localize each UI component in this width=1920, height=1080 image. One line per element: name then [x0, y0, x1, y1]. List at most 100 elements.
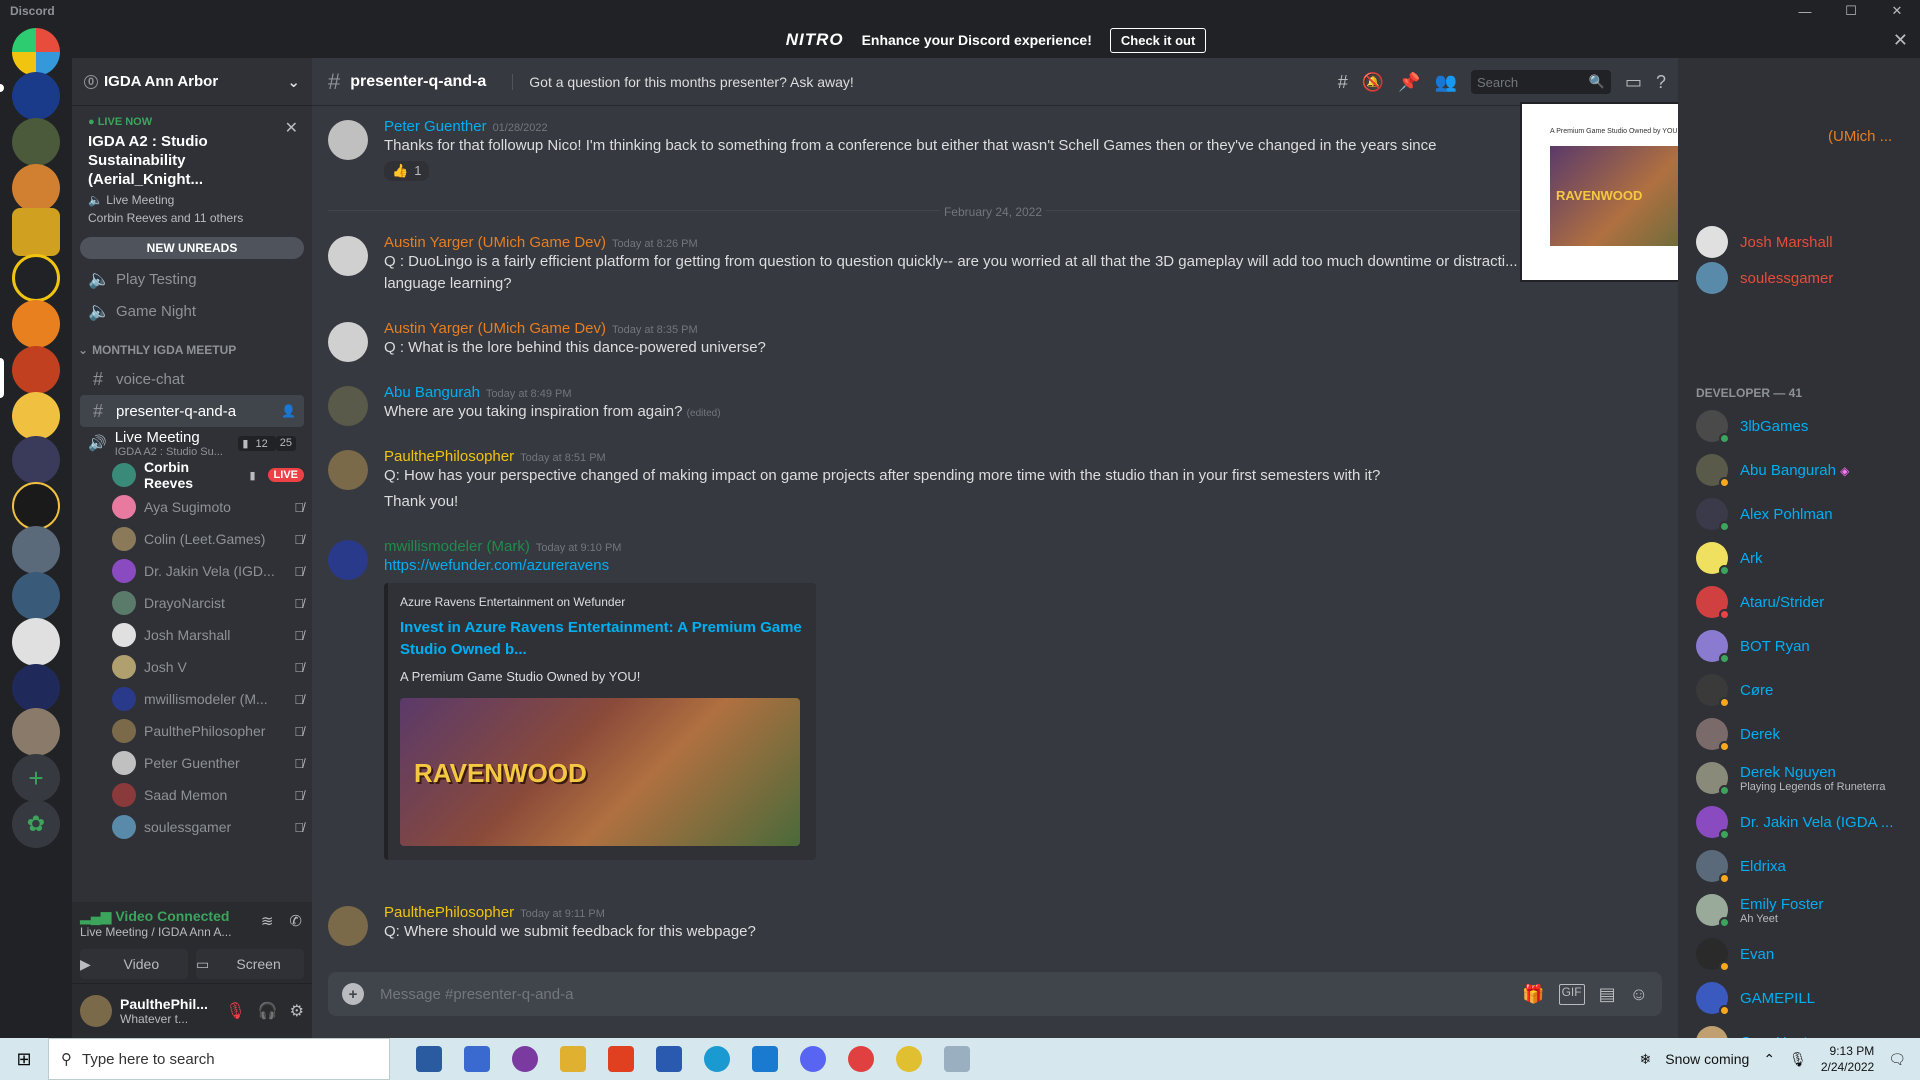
member-item[interactable]: soulessgamer — [1696, 262, 1833, 294]
close-icon[interactable]: ✕ — [1893, 30, 1908, 51]
server-icon[interactable] — [12, 572, 60, 620]
channel-play-testing[interactable]: 🔈 Play Testing — [80, 263, 304, 295]
voice-user[interactable]: Josh V 🎙̸ — [112, 651, 304, 683]
message-composer[interactable]: + Message #presenter-q-and-a 🎁 GIF ▤ ☺ — [328, 972, 1662, 1016]
new-unreads-pill[interactable]: NEW UNREADS — [80, 237, 304, 259]
message[interactable]: Austin Yarger (UMich Game Dev) Today at 8… — [328, 320, 1628, 362]
voice-user[interactable]: Dr. Jakin Vela (IGD... 🎙̸ — [112, 555, 304, 587]
member-item[interactable]: Ataru/Strider — [1696, 586, 1824, 620]
microphone-icon[interactable]: 🎙 — [1789, 1051, 1807, 1068]
gear-icon[interactable]: ⚙ — [290, 1001, 304, 1021]
message-author[interactable]: Abu Bangurah — [384, 384, 480, 401]
server-icon-animation-club[interactable] — [12, 72, 60, 120]
avatar[interactable] — [80, 995, 112, 1027]
voice-user[interactable]: Peter Guenther 🎙̸ — [112, 747, 304, 779]
channel-game-night[interactable]: 🔈 Game Night — [80, 295, 304, 327]
message[interactable]: PaulthePhilosopher Today at 9:11 PM Q: Wh… — [328, 904, 1628, 946]
embed-provider[interactable]: Azure Ravens Entertainment on Wefunder — [400, 595, 804, 609]
channel-presenter-q-and-a[interactable]: # presenter-q-and-a 👤 — [80, 395, 304, 427]
avatar[interactable] — [328, 386, 368, 426]
chrome-icon[interactable] — [896, 1046, 922, 1072]
noise-suppression-icon[interactable]: ≋ — [261, 912, 274, 930]
message[interactable]: Abu Bangurah Today at 8:49 PM Where are y… — [328, 384, 1628, 426]
disconnect-icon[interactable]: ✆ — [289, 912, 302, 930]
server-icon[interactable] — [12, 118, 60, 166]
member-item[interactable]: GAMEPILL — [1696, 982, 1815, 1016]
message-author[interactable]: PaulthePhilosopher — [384, 904, 514, 921]
member-item[interactable]: Dr. Jakin Vela (IGDA ... — [1696, 806, 1893, 840]
server-header[interactable]: 0 IGDA Ann Arbor ⌄ — [72, 58, 312, 106]
word-icon[interactable] — [656, 1046, 682, 1072]
server-icon[interactable] — [12, 436, 60, 484]
server-icon[interactable] — [12, 254, 60, 302]
server-icon[interactable] — [12, 526, 60, 574]
message[interactable]: mwillismodeler (Mark) Today at 9:10 PM ht… — [328, 538, 1628, 860]
message[interactable]: Peter Guenther 01/28/2022 Thanks for that… — [328, 118, 1628, 181]
discord-icon[interactable] — [800, 1046, 826, 1072]
category-monthly-igda-meetup[interactable]: ⌄ MONTHLY IGDA MEETUP — [72, 337, 312, 363]
clock[interactable]: 9:13 PM 2/24/2022 — [1821, 1043, 1874, 1075]
inbox-icon[interactable]: ▭ — [1625, 72, 1642, 93]
member-item[interactable]: Josh Marshall — [1696, 226, 1833, 258]
gift-icon[interactable]: 🎁 — [1522, 984, 1544, 1005]
avatar[interactable] — [328, 450, 368, 490]
voice-user[interactable]: PaulthePhilosopher 🎙̸ — [112, 715, 304, 747]
nitro-check-button[interactable]: Check it out — [1109, 27, 1207, 53]
member-item[interactable]: Evan — [1696, 938, 1774, 972]
mail-icon[interactable] — [464, 1046, 490, 1072]
message-author[interactable]: Austin Yarger (UMich Game Dev) — [384, 320, 606, 337]
server-icon[interactable] — [12, 208, 60, 256]
voice-user[interactable]: soulessgamer 🎙̸ — [112, 811, 304, 843]
member-item[interactable]: Cory Hunter — [1696, 1026, 1821, 1038]
taskbar-search[interactable]: ⚲ Type here to search — [48, 1038, 390, 1080]
server-icon-home[interactable] — [12, 28, 60, 76]
server-icon[interactable] — [12, 392, 60, 440]
member-item[interactable]: BOT Ryan — [1696, 630, 1810, 664]
live-now-card[interactable]: ● LIVE NOW IGDA A2 : Studio Sustainabili… — [72, 106, 312, 233]
add-server-icon[interactable]: + — [12, 754, 60, 802]
store-icon[interactable] — [416, 1046, 442, 1072]
headphones-icon[interactable]: 🎧 — [258, 1001, 278, 1021]
emoji-icon[interactable]: ☺ — [1630, 984, 1648, 1005]
pin-icon[interactable]: 📌 — [1398, 72, 1420, 93]
voice-user[interactable]: Colin (Leet.Games) 🎙̸ — [112, 523, 304, 555]
office-icon[interactable] — [608, 1046, 634, 1072]
channel-voice-chat[interactable]: # voice-chat — [80, 363, 304, 395]
voice-user[interactable]: Saad Memon 🎙̸ — [112, 779, 304, 811]
message-author[interactable]: Austin Yarger (UMich Game Dev) — [384, 234, 606, 251]
server-icon[interactable] — [12, 708, 60, 756]
screen-share-button[interactable]: ▭ Screen — [196, 949, 304, 979]
video-button[interactable]: ▶ Video — [80, 949, 188, 979]
message[interactable]: PaulthePhilosopher Today at 8:51 PM Q: Ho… — [328, 448, 1628, 513]
add-member-icon[interactable]: 👤 — [281, 404, 296, 418]
server-icon[interactable] — [12, 664, 60, 712]
minimize-button[interactable]: — — [1782, 0, 1828, 22]
message-input[interactable]: Message #presenter-q-and-a — [380, 986, 573, 1003]
voice-user[interactable]: mwillismodeler (M... 🎙̸ — [112, 683, 304, 715]
threads-icon[interactable]: # — [1338, 72, 1348, 93]
notification-icon[interactable]: 🗨 — [1888, 1051, 1906, 1068]
channel-topic[interactable]: Got a question for this months presenter… — [512, 73, 854, 90]
member-item[interactable]: 3lbGames — [1696, 410, 1808, 444]
member-item[interactable]: Abu Bangurah ◈ — [1696, 454, 1849, 488]
voice-user[interactable]: Corbin Reeves ▮ LIVE — [112, 459, 304, 491]
member-item[interactable]: (UMich ... — [1828, 128, 1892, 145]
gif-icon[interactable]: GIF — [1558, 983, 1585, 1005]
member-item[interactable]: Eldrixa — [1696, 850, 1786, 884]
chevron-up-icon[interactable]: ⌃ — [1763, 1051, 1775, 1068]
message[interactable]: Austin Yarger (UMich Game Dev) Today at 8… — [328, 234, 1628, 295]
member-item[interactable]: Derek — [1696, 718, 1780, 752]
close-window-button[interactable]: ✕ — [1874, 0, 1920, 22]
close-icon[interactable]: ✕ — [285, 118, 298, 138]
avatar[interactable] — [328, 906, 368, 946]
search-input[interactable]: Search 🔍 — [1470, 70, 1611, 94]
server-icon[interactable] — [12, 164, 60, 212]
member-item[interactable]: Cøre — [1696, 674, 1773, 708]
voice-user[interactable]: Aya Sugimoto 🎙̸ — [112, 491, 304, 523]
edge-icon[interactable] — [704, 1046, 730, 1072]
voice-user[interactable]: Josh Marshall 🎙̸ — [112, 619, 304, 651]
message-author[interactable]: PaulthePhilosopher — [384, 448, 514, 465]
app-icon[interactable] — [944, 1046, 970, 1072]
notification-bell-icon[interactable]: 🔕 — [1362, 72, 1384, 93]
member-list-icon[interactable]: 👥 — [1435, 72, 1457, 93]
